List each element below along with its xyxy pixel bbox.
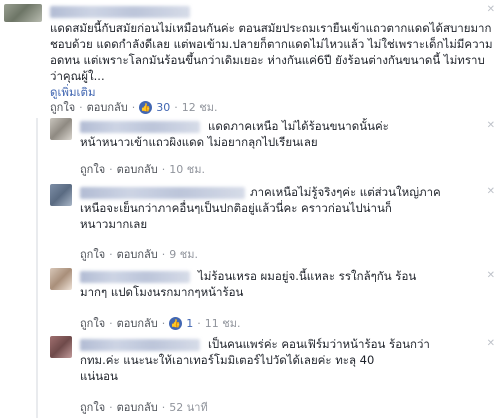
avatar[interactable] [50,268,72,290]
comment-actions: ถูกใจ · ตอบกลับ · 52 นาที [80,398,208,416]
timestamp[interactable]: 9 ชม. [169,245,198,263]
like-link[interactable]: ถูกใจ [50,98,75,116]
avatar[interactable] [50,184,72,206]
reply-link[interactable]: ตอบกลับ [87,98,128,116]
comment-actions: ถูกใจ · ตอบกลับ · 👍 1 · 11 ชม. [80,314,240,332]
like-thumb-icon[interactable]: 👍 [139,100,153,114]
like-link[interactable]: ถูกใจ [80,314,105,332]
comment-text: แดดภาคเหนือ ไม่ได้ร้อนขนาดนั้นค่ะ หน้าหน… [80,119,389,149]
timestamp[interactable]: 10 ชม. [169,160,205,178]
reply-link[interactable]: ตอบกลับ [117,398,158,416]
timestamp[interactable]: 52 นาที [169,398,207,416]
comment-text: ภาคเหนือไม่รู้จริงๆค่ะ แต่ส่วนใหญ่ภาค เห… [80,185,441,231]
avatar[interactable] [50,336,72,358]
comment-text: เป็นคนแพร่ค่ะ คอนเฟิร์มว่าหน้าร้อน ร้อนก… [80,337,430,383]
avatar[interactable] [50,118,72,140]
like-link[interactable]: ถูกใจ [80,160,105,178]
like-link[interactable]: ถูกใจ [80,245,105,263]
avatar[interactable] [4,4,42,22]
reply-link[interactable]: ตอบกลับ [117,245,158,263]
comment-actions: ถูกใจ · ตอบกลับ · 10 ชม. [80,160,205,178]
reply-link[interactable]: ตอบกลับ [117,314,158,332]
comment-text: แดดสมัยนี้กับสมัยก่อนไม่เหมือนกันค่ะ ตอน… [50,4,495,100]
comment-actions: ถูกใจ · ตอบกลับ · 👍 30 · 12 ชม. [50,98,217,116]
reply-thread-line [36,118,38,418]
like-link[interactable]: ถูกใจ [80,398,105,416]
like-thumb-icon[interactable]: 👍 [169,316,183,330]
timestamp[interactable]: 11 ชม. [205,314,241,332]
comment-body: แดดสมัยนี้กับสมัยก่อนไม่เหมือนกันค่ะ ตอน… [50,21,493,83]
comment-text: ไม่ร้อนเหรอ ผมอยู่จ.นี้แหละ รรใกล้ๆกัน ร… [80,269,417,299]
comment-actions: ถูกใจ · ตอบกลับ · 9 ชม. [80,245,198,263]
timestamp[interactable]: 12 ชม. [182,98,218,116]
like-count[interactable]: 30 [156,101,170,114]
reply-link[interactable]: ตอบกลับ [117,160,158,178]
see-more-link[interactable]: ดูเพิ่มเติม [50,85,96,99]
like-count[interactable]: 1 [186,317,193,330]
